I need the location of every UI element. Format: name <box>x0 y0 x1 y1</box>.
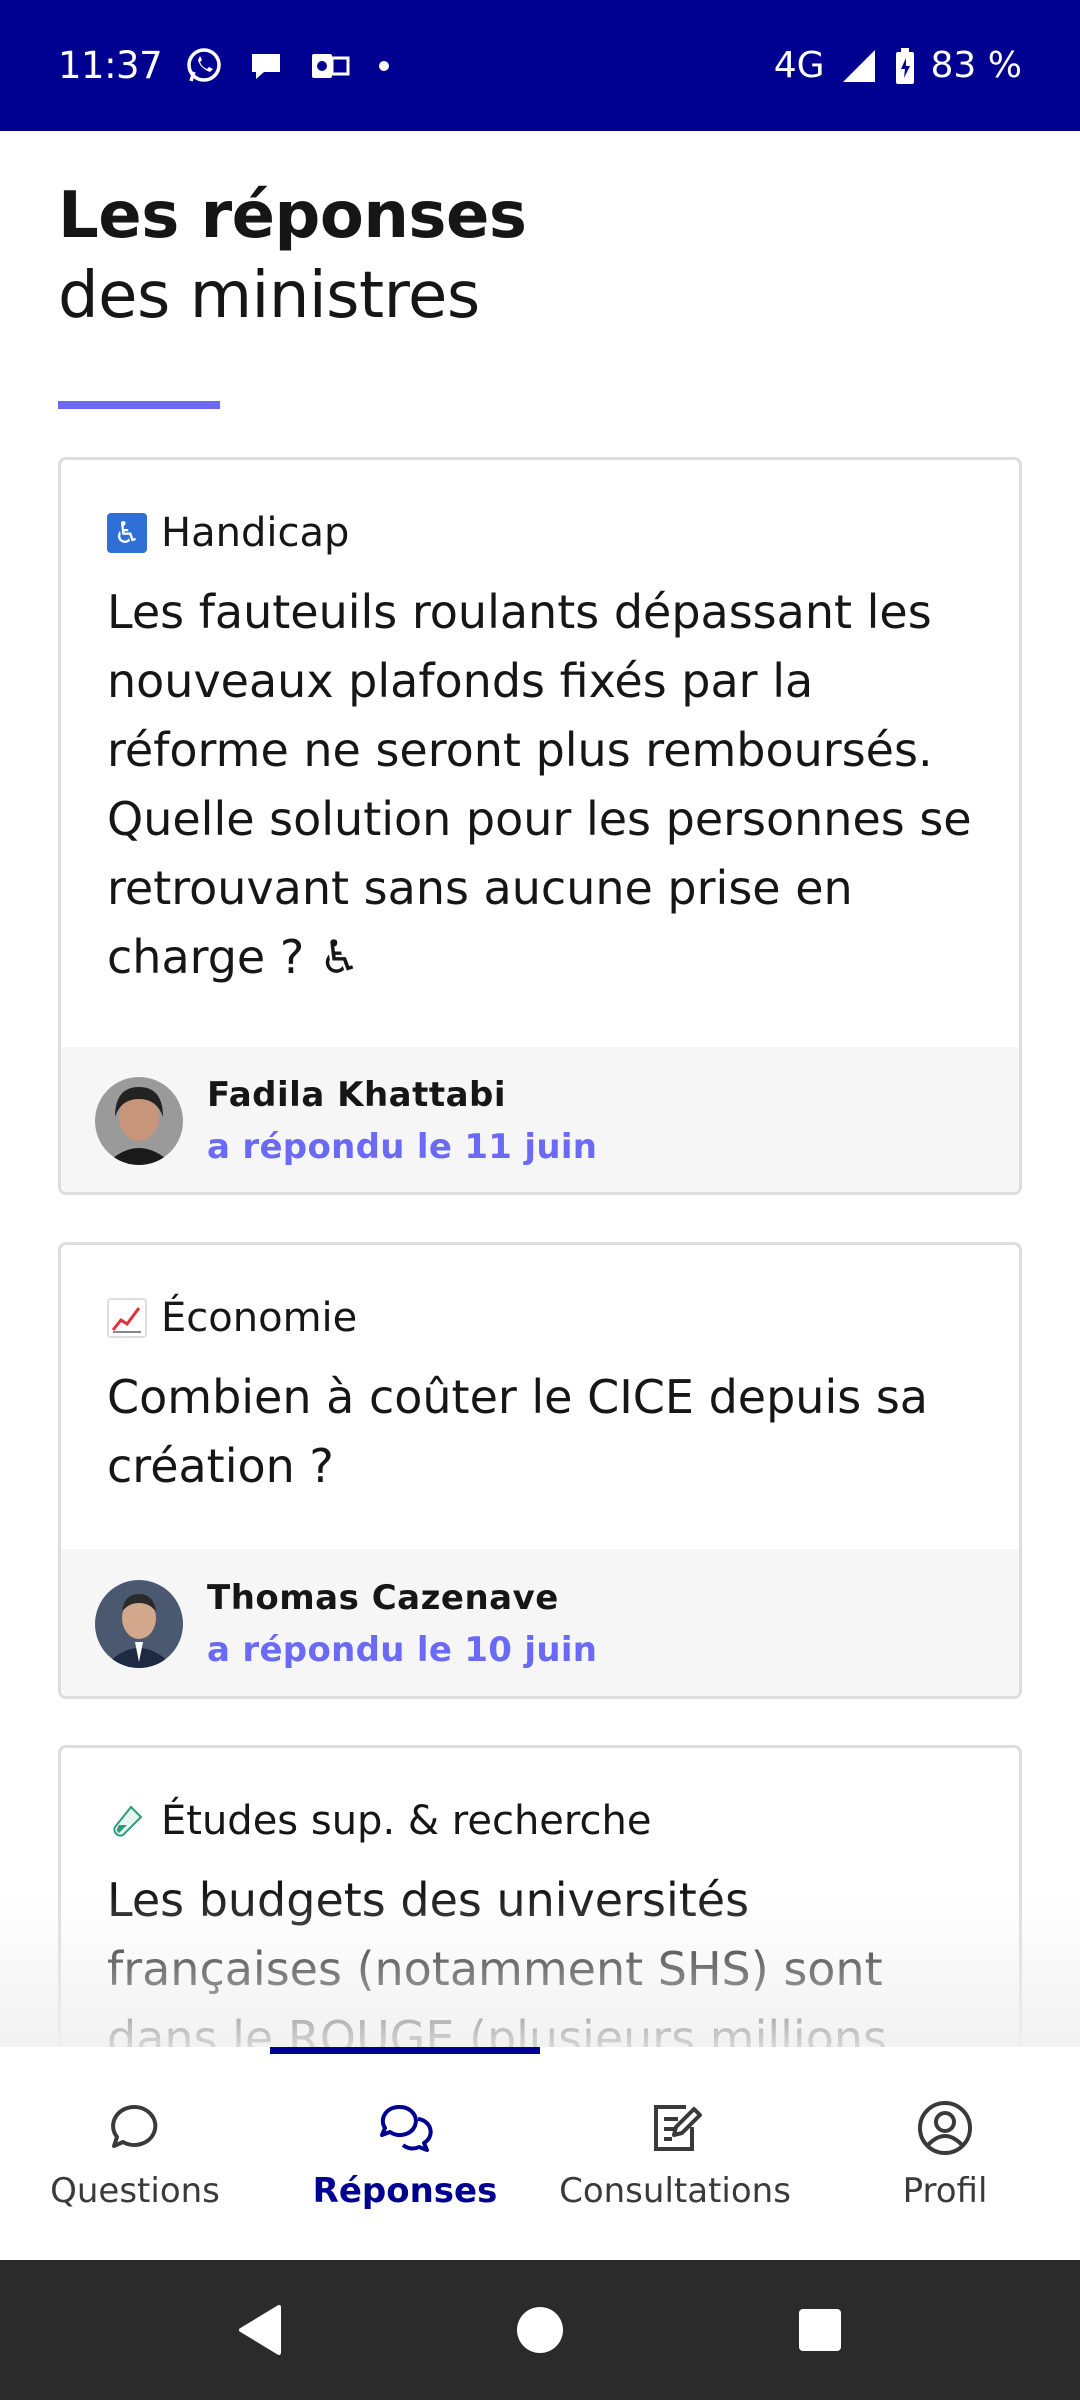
outlook-icon <box>308 46 352 86</box>
category-label: Économie <box>161 1295 358 1341</box>
recents-button[interactable] <box>680 2307 960 2353</box>
title-underline <box>58 401 220 409</box>
signal-icon <box>839 46 879 86</box>
question-text: Les budgets des universités françaises (… <box>107 1873 887 2047</box>
minister-name: Thomas Cazenave <box>207 1578 559 1618</box>
test-tube-icon <box>107 1801 147 1841</box>
question-text: Les fauteuils roulants dépassant les nou… <box>107 585 972 984</box>
edit-form-icon <box>646 2099 704 2161</box>
tab-label: Profil <box>902 2171 988 2211</box>
battery-level: 83 % <box>930 45 1022 86</box>
conversation-icon <box>376 2099 434 2161</box>
answered-date: a répondu le 11 juin <box>207 1127 598 1167</box>
answered-date: a répondu le 10 juin <box>207 1630 598 1670</box>
avatar <box>95 1077 183 1165</box>
minister-answer: Fadila Khattabi a répondu le 11 juin <box>61 1047 1019 1192</box>
response-card[interactable]: ♿ Handicap Les fauteuils roulants dépass… <box>58 457 1022 1195</box>
tab-reponses[interactable]: Réponses <box>270 2047 540 2260</box>
category-label: Études sup. & recherche <box>161 1798 652 1844</box>
page-subtitle: des ministres <box>58 259 480 333</box>
status-bar: 11:37 4G 83 % <box>0 0 1080 131</box>
network-type: 4G <box>773 45 825 86</box>
tab-label: Réponses <box>312 2171 498 2211</box>
notification-dot-icon <box>374 46 394 86</box>
wheelchair-icon: ♿ <box>107 513 147 553</box>
tab-consultations[interactable]: Consultations <box>540 2047 810 2260</box>
tab-label: Questions <box>50 2171 220 2211</box>
minister-answer: Thomas Cazenave a répondu le 10 juin <box>61 1549 1019 1696</box>
response-card[interactable]: Économie Combien à coûter le CICE depuis… <box>58 1242 1022 1699</box>
tab-label: Consultations <box>559 2171 791 2211</box>
responses-list[interactable]: Les réponses des ministres ♿ Handicap Le… <box>0 131 1080 2047</box>
avatar <box>95 1580 183 1668</box>
tab-questions[interactable]: Questions <box>0 2047 270 2260</box>
bottom-navigation: Questions Réponses Consultations Profil <box>0 2047 1080 2260</box>
chat-icon <box>246 46 286 86</box>
active-tab-indicator <box>270 2047 540 2054</box>
minister-name: Fadila Khattabi <box>207 1075 507 1115</box>
speech-bubble-icon <box>106 2099 164 2161</box>
status-time: 11:37 <box>58 44 163 87</box>
battery-icon <box>893 46 917 86</box>
page-title: Les réponses <box>58 179 527 253</box>
user-circle-icon <box>916 2099 974 2161</box>
system-navigation-bar <box>0 2260 1080 2400</box>
response-card[interactable]: Études sup. & recherche Les budgets des … <box>58 1745 1022 2047</box>
question-text: Combien à coûter le CICE depuis sa créat… <box>107 1370 928 1493</box>
home-button[interactable] <box>400 2305 680 2355</box>
tab-profil[interactable]: Profil <box>810 2047 1080 2260</box>
whatsapp-icon <box>184 46 224 86</box>
category-label: Handicap <box>161 510 350 556</box>
chart-increasing-icon <box>107 1298 147 1338</box>
back-button[interactable] <box>120 2303 400 2357</box>
